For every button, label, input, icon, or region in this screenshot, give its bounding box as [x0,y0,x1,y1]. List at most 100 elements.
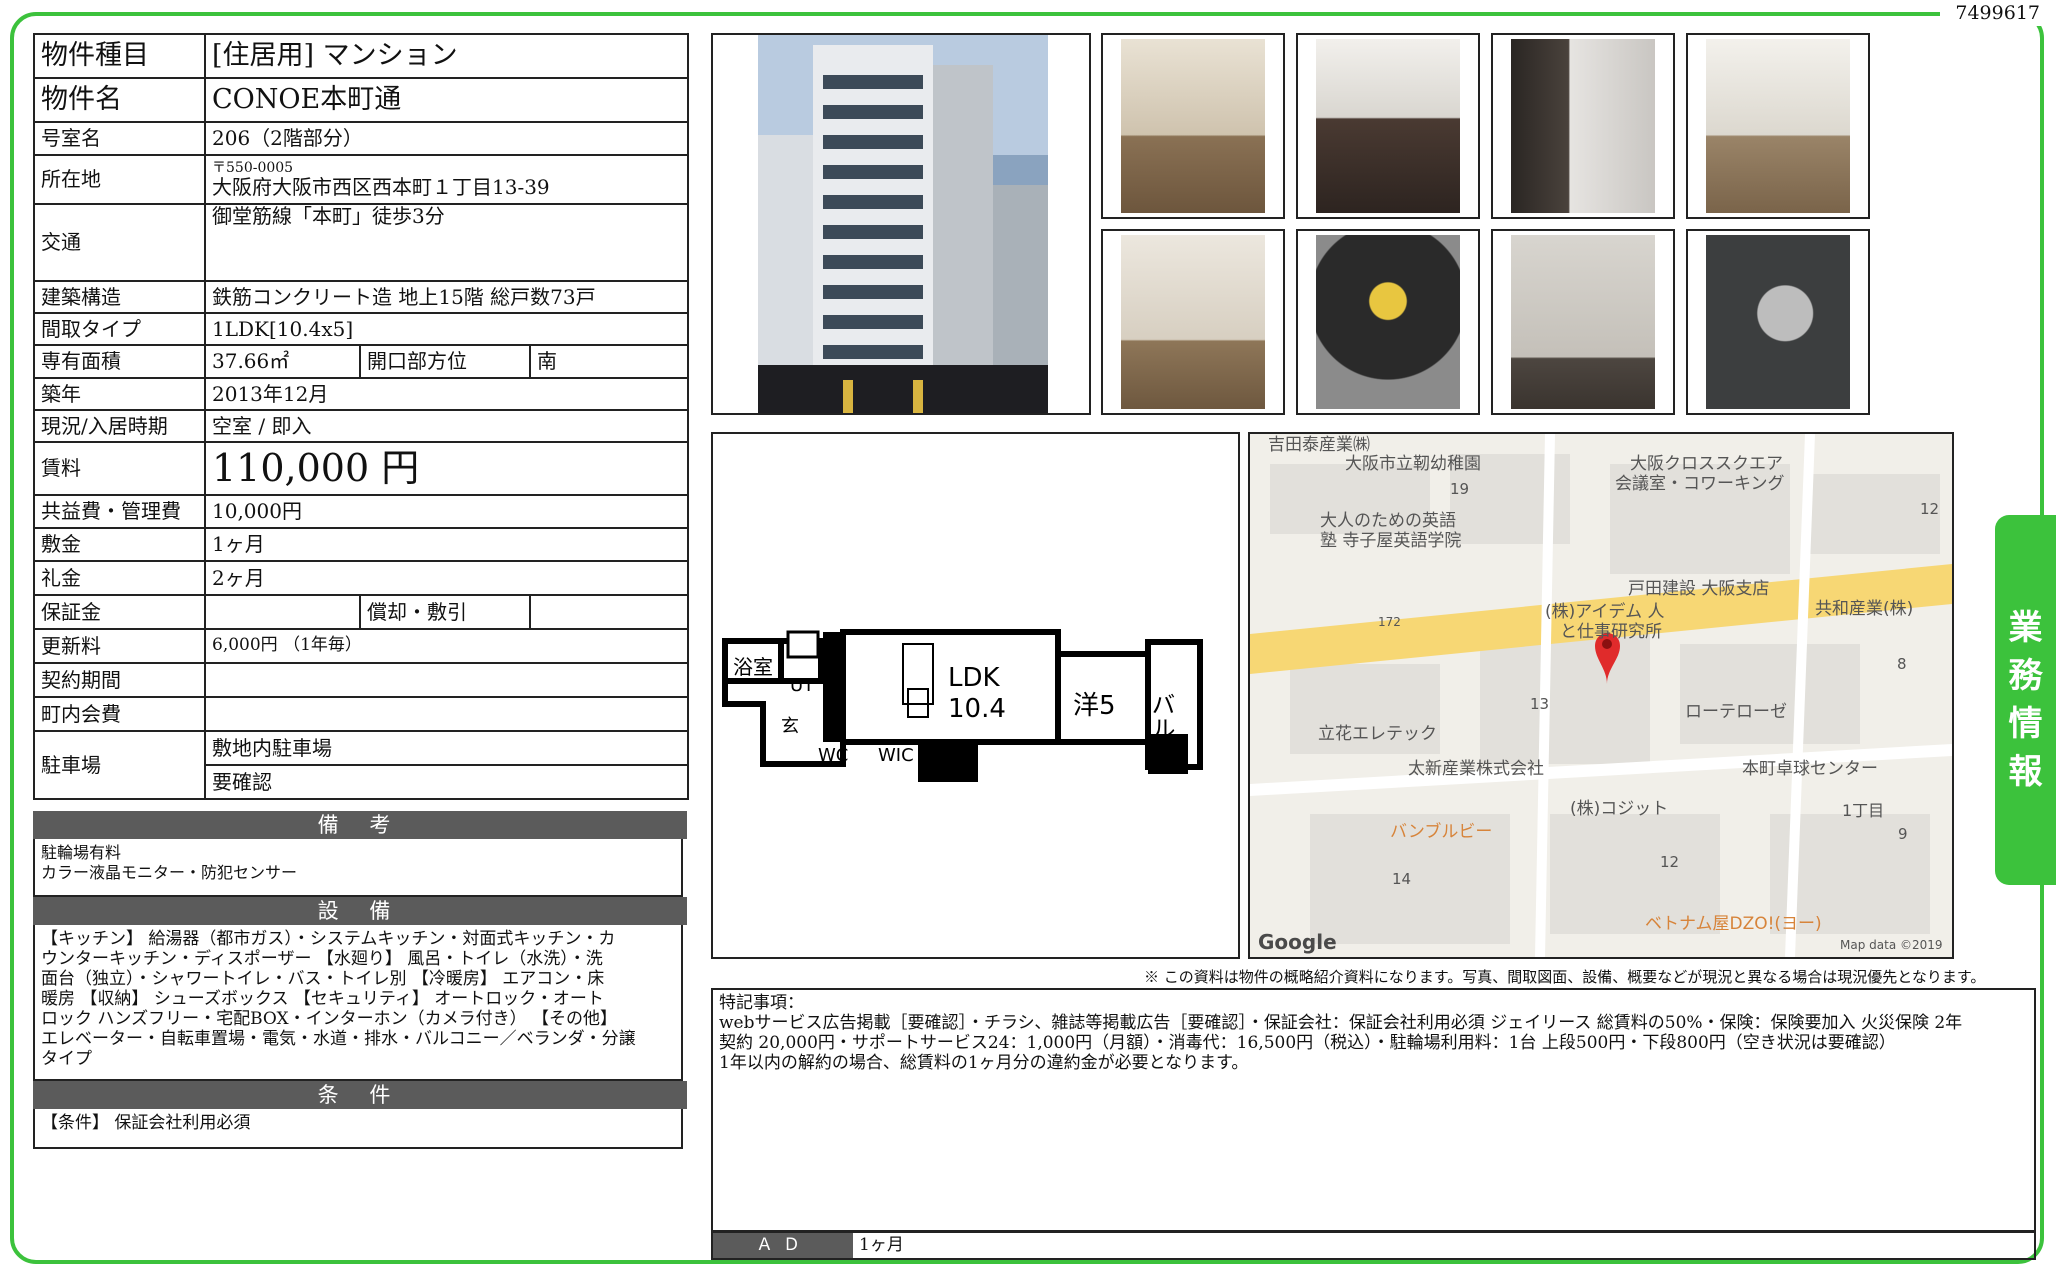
map-label: ローテローゼ [1685,702,1787,722]
map-label: 戸田建設 大阪支店 [1628,579,1769,599]
map-label: 13 [1530,695,1549,713]
map-label: と仕事研究所 [1560,622,1662,642]
layout-label: 間取タイプ [33,312,206,346]
ad-label: ＡＤ [713,1233,853,1258]
kitchen-photo[interactable] [1296,33,1480,219]
room-photo-2-image [1706,39,1850,213]
map-label: 12 [1920,500,1939,518]
map-label: バンブルビー [1390,821,1492,842]
equipment-line: 面台（独立）・シャワートイレ・バス・トイレ別 【冷暖房】 エアコン・床 [41,969,605,989]
lobby-photo-image [1316,235,1460,409]
equipment-line: ウンターキッチン・ディスポーザー 【水廻り】 風呂・トイレ（水洗）・洗 [41,949,603,969]
fp-ldk-size: 10.4 [948,694,1006,724]
floor-plan[interactable]: 浴室 UT 玄 WC WIC LDK 10.4 洋5 バル [711,432,1240,959]
equipment-box: 【キッチン】 給湯器（都市ガス）・システムキッチン・対面式キッチン・カ ウンター… [33,925,683,1081]
special-line: webサービス広告掲載［要確認］・チラシ、雑誌等掲載広告［要確認］・保証会社：保… [719,1013,1963,1033]
deposit-label: 敷金 [33,527,206,562]
room-photo-1-image [1121,39,1265,213]
special-title: 特記事項： [719,993,804,1013]
access-value: 御堂筋線「本町」徒歩3分 [203,203,690,282]
window-photo[interactable] [1101,229,1285,415]
ad-row: ＡＤ 1ヶ月 [711,1231,2036,1260]
parking-value-1: 敷地内駐車場 [203,730,690,766]
renewal-value: 6,000円 （1年毎） [203,628,690,664]
type-value: [住居用] マンション [203,33,690,79]
building-image [758,35,1048,413]
map-label: 8 [1897,655,1907,673]
built-value: 2013年12月 [203,377,690,411]
layout-value: 1LDK[10.4x5] [203,312,690,346]
map-label: 14 [1392,870,1411,888]
conditions-text: 【条件】 保証会社利用必須 [41,1113,251,1133]
direction-value: 南 [528,344,690,379]
equipment-line: エレベーター・自転車置場・電気・水道・排水・バルコニー／ベランダ・分譲 [41,1029,636,1049]
bathroom-photo-image [1511,39,1655,213]
name-value: CONOE本町通 [203,77,690,123]
map-label: 大阪クロススクエア [1630,454,1783,474]
special-notes: 特記事項： webサービス広告掲載［要確認］・チラシ、雑誌等掲載広告［要確認］・… [711,988,2036,1232]
map-label: 塾 寺子屋英語学院 [1320,530,1461,551]
parking-label: 駐車場 [33,730,206,800]
remarks-line: カラー液晶モニター・防犯センサー [41,863,298,882]
type-label: 物件種目 [33,33,206,79]
map-google-logo: Google [1258,930,1337,954]
map-attribution: Map data ©2019 [1840,938,1943,952]
structure-label: 建築構造 [33,280,206,314]
map-label: 立花エレテック [1318,724,1437,744]
equipment-line: 暖房 【収納】 シューズボックス 【セキュリティ】 オートロック・オート [41,989,604,1009]
bathroom-photo[interactable] [1491,33,1675,219]
equipment-line: ロック ハンズフリー・宅配BOX・インターホン（カメラ付き） 【その他】 [41,1009,618,1029]
fp-western: 洋5 [1073,691,1116,721]
deposit-value: 1ヶ月 [203,527,690,562]
side-tab-char: 務 [2008,656,2043,696]
room-photo-1[interactable] [1101,33,1285,219]
address-label: 所在地 [33,154,206,205]
side-tab-char: 業 [2008,608,2043,648]
guarantee-label: 保証金 [33,594,206,630]
property-info-table: 物件種目 [住居用] マンション 物件名 CONOE本町通 号室名 206（2階… [33,33,690,800]
built-label: 築年 [33,377,206,411]
room-label: 号室名 [33,121,206,156]
lobby-photo[interactable] [1296,229,1480,415]
entrance-panel-photo[interactable] [1686,229,1870,415]
area-map[interactable]: 吉田泰産業㈱ 大阪市立靭幼稚園 19 大阪クロススクエア 会議室・コワーキング … [1248,432,1954,959]
fee-value: 10,000円 [203,494,690,529]
map-label: (株)アイデム 人 [1545,601,1664,622]
room-photo-2[interactable] [1686,33,1870,219]
disclaimer-note: ※ この資料は物件の概略紹介資料になります。写真、間取図面、設備、概要などが現況… [1144,968,1986,986]
guarantee-value [204,594,361,630]
side-tab-char: 情 [2008,704,2043,744]
map-label: 19 [1450,480,1469,498]
map-label: 9 [1898,825,1908,843]
special-line: 契約 20,000円・サポートサービス24：1,000円（月額）・消毒代：16,… [719,1033,1896,1053]
address-value: 大阪府大阪市西区西本町１丁目13-39 [212,175,550,200]
map-label: 1丁目 [1842,801,1884,820]
conditions-box: 【条件】 保証会社利用必須 [33,1109,683,1149]
map-label: 太新産業株式会社 [1408,759,1544,779]
side-tab-char: 報 [2008,752,2043,792]
access-label: 交通 [33,203,206,282]
fp-entrance: 玄 [781,716,799,737]
area-label: 専有面積 [33,344,206,379]
map-label: 大人のための英語 [1320,511,1456,531]
fp-wc: WC [818,745,848,766]
remarks-line: 駐輪場有料 [41,843,122,862]
business-info-tab[interactable]: 業 務 情 報 [1995,515,2056,885]
mailbox-photo-image [1511,235,1655,409]
remarks-header: 備 考 [33,811,687,839]
rent-label: 賃料 [33,441,206,496]
map-label: 共和産業(株) [1815,599,1913,619]
postal-code: 〒550-0005 [212,159,294,176]
town-fee-label: 町内会費 [33,696,206,732]
renewal-label: 更新料 [33,628,206,664]
status-value: 空室 / 即入 [203,409,690,443]
parking-value-2: 要確認 [203,764,690,800]
status-label: 現況/入居時期 [33,409,206,443]
floor-plan-drawing: 浴室 UT 玄 WC WIC LDK 10.4 洋5 バル [722,629,1203,782]
key-money-value: 2ヶ月 [203,560,690,596]
map-label: 172 [1378,615,1401,629]
building-exterior-photo[interactable] [711,33,1091,415]
mailbox-photo[interactable] [1491,229,1675,415]
key-money-label: 礼金 [33,560,206,596]
map-label: 本町卓球センター [1742,759,1878,779]
